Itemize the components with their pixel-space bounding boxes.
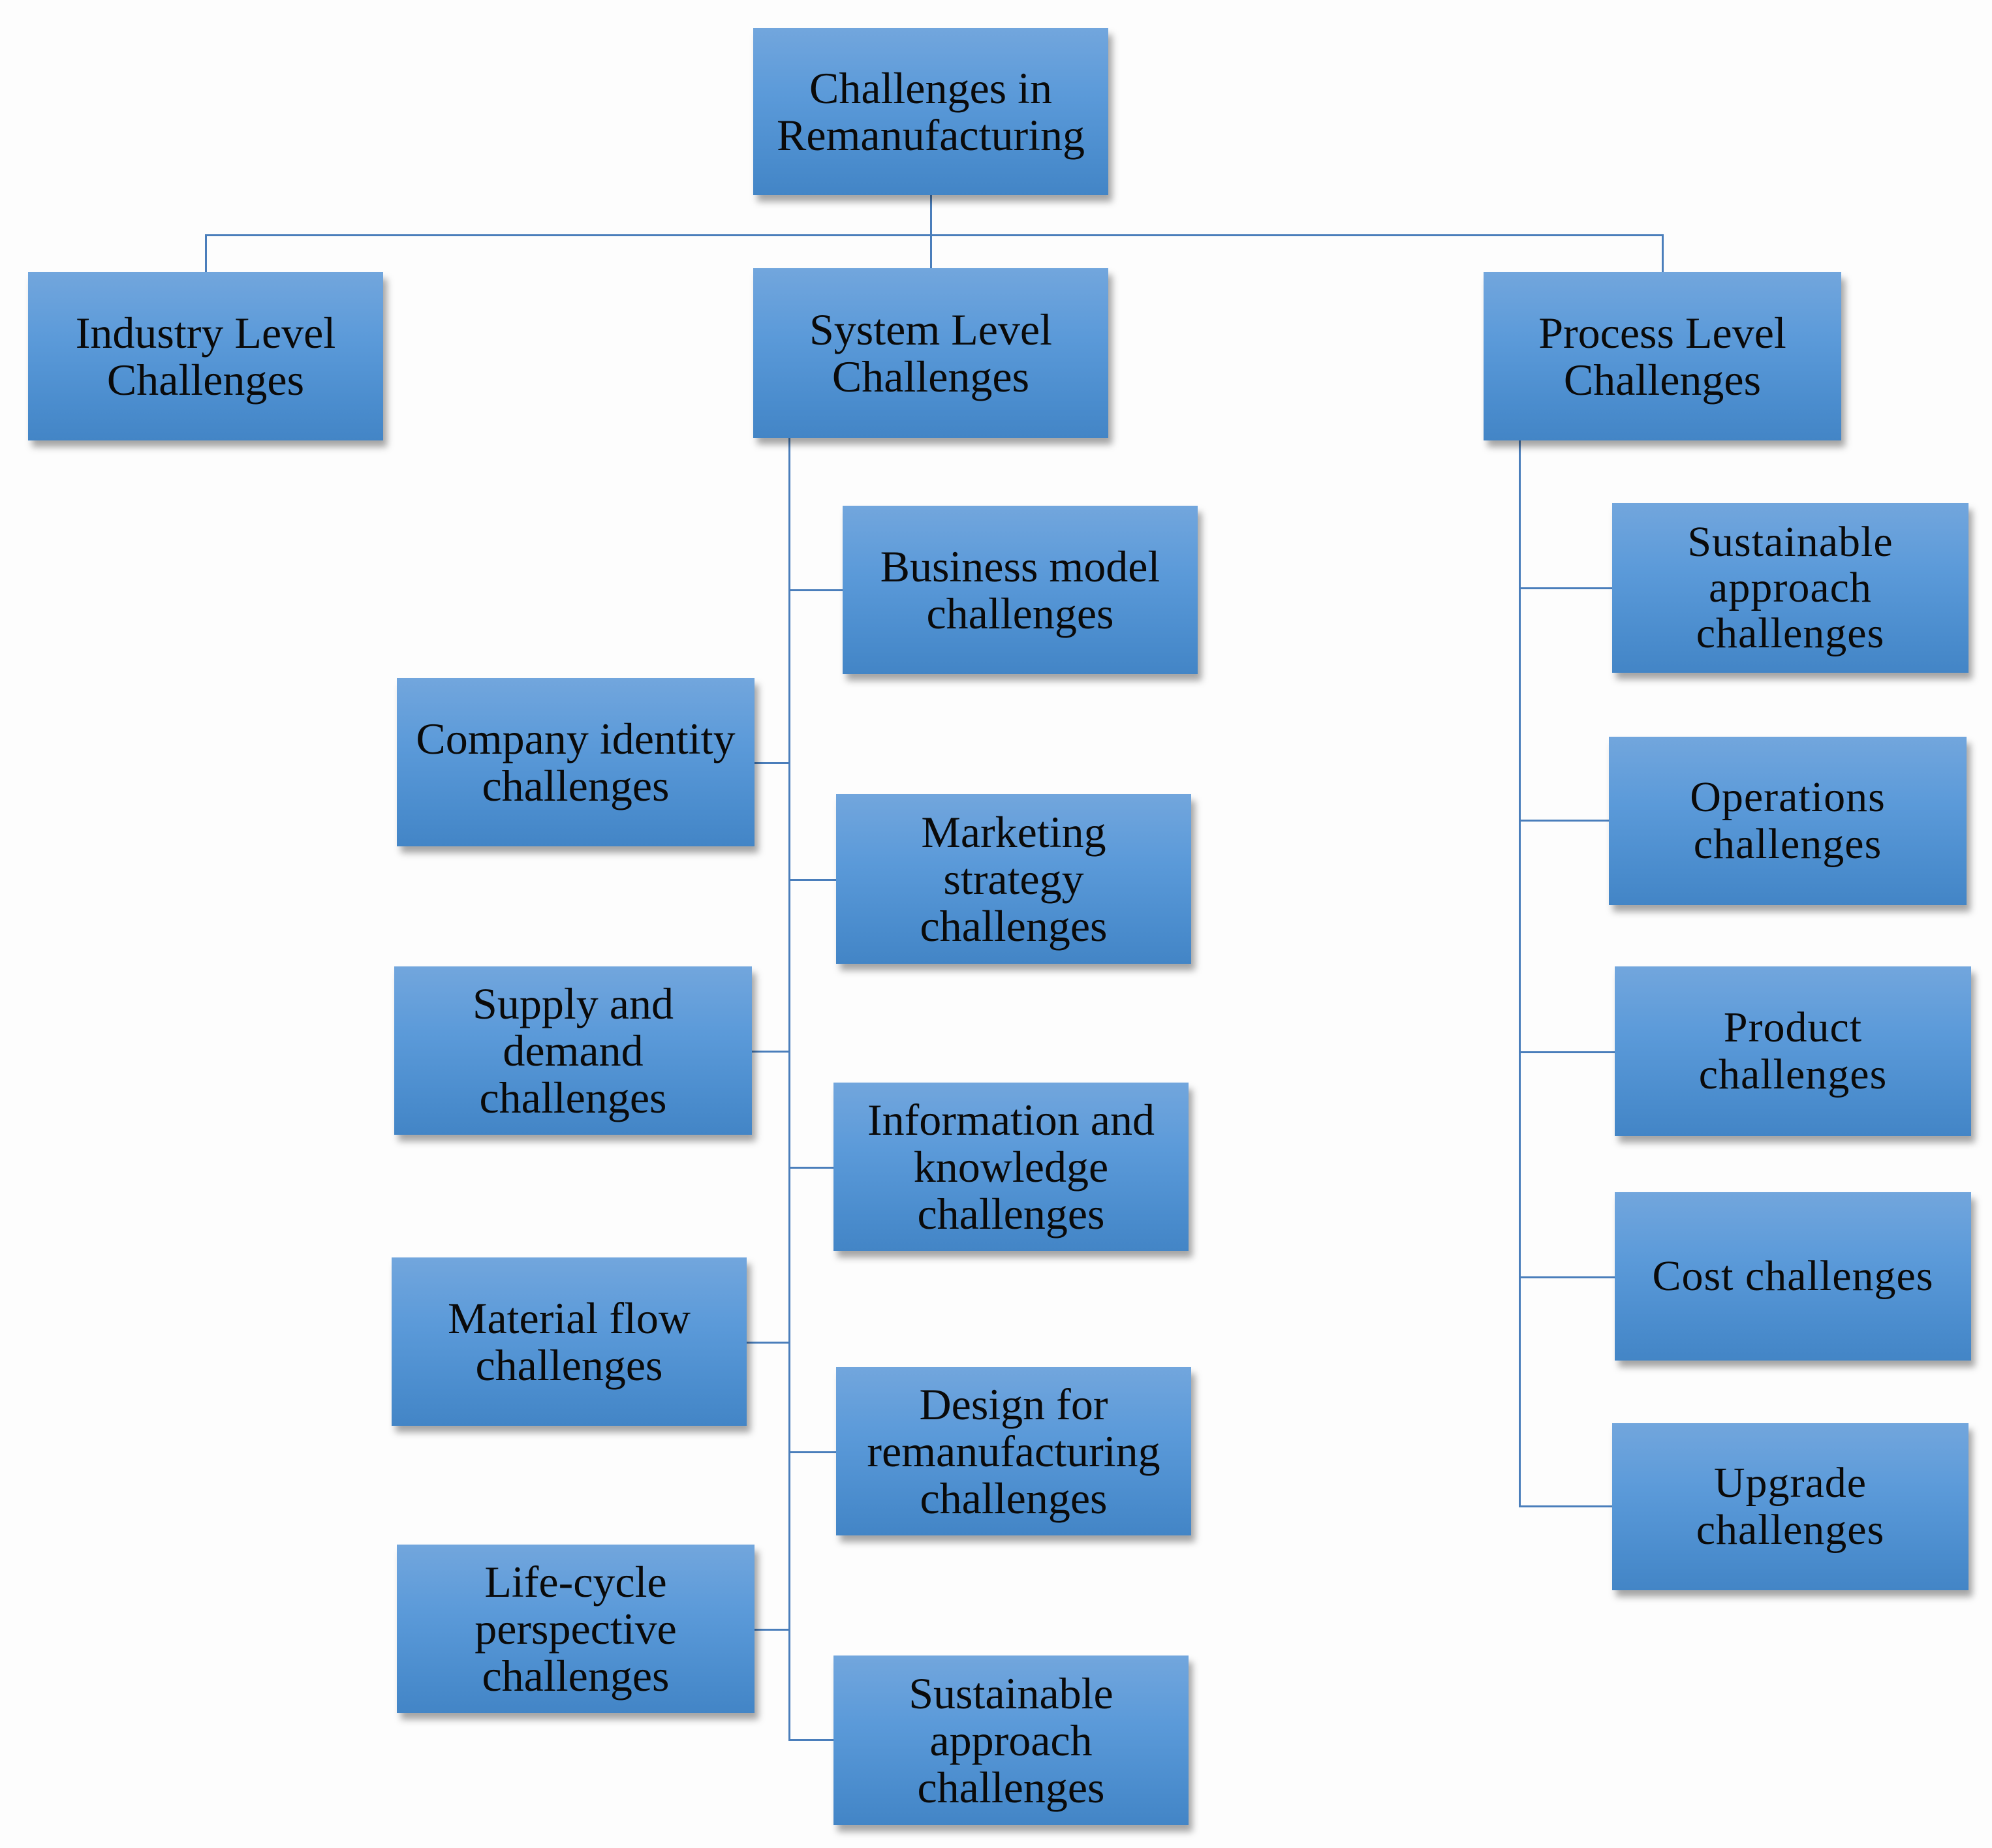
system-level-node: System Level Challenges [753, 268, 1108, 438]
business-model-label: Business model challenges [880, 542, 1160, 638]
connector-system-sustainable [788, 1739, 833, 1741]
upgrade-node: Upgrade challenges [1612, 1423, 1969, 1590]
connector-supply-demand [752, 1051, 790, 1053]
connector-root-drop [930, 195, 932, 268]
system-level-label: System Level Challenges [809, 305, 1053, 401]
marketing-strategy-label: Marketing strategy challenges [920, 807, 1108, 951]
root-node: Challenges in Remanufacturing [753, 28, 1108, 195]
connector-business-model [788, 589, 843, 591]
operations-node: Operations challenges [1609, 737, 1967, 905]
material-flow-node: Material flow challenges [392, 1257, 747, 1426]
connector-upgrade [1519, 1505, 1612, 1507]
root-node-label: Challenges in Remanufacturing [776, 63, 1085, 160]
connector-operations [1519, 820, 1609, 822]
connector-marketing [788, 879, 836, 881]
industry-level-node: Industry Level Challenges [28, 272, 383, 440]
business-model-node: Business model challenges [843, 506, 1198, 674]
remanufacturing-challenges-diagram: Challenges in Remanufacturing Industry L… [0, 0, 1992, 1848]
product-node: Product challenges [1615, 966, 1971, 1136]
information-knowledge-node: Information and knowledge challenges [833, 1083, 1189, 1251]
process-level-label: Process Level Challenges [1538, 308, 1786, 405]
connector-process-trunk [1519, 440, 1521, 1507]
operations-label: Operations challenges [1690, 773, 1886, 868]
design-for-remanufacturing-node: Design for remanufacturing challenges [836, 1367, 1191, 1535]
supply-demand-node: Supply and demand challenges [394, 966, 752, 1135]
supply-demand-label: Supply and demand challenges [473, 979, 674, 1122]
marketing-strategy-node: Marketing strategy challenges [836, 794, 1191, 964]
design-for-remanufacturing-label: Design for remanufacturing challenges [867, 1379, 1160, 1523]
connector-process-sustainable [1519, 587, 1612, 589]
system-sustainable-approach-label: Sustainable approach challenges [909, 1669, 1113, 1812]
company-identity-node: Company identity challenges [397, 678, 755, 846]
material-flow-label: Material flow challenges [448, 1293, 691, 1390]
cost-label: Cost challenges [1652, 1252, 1934, 1300]
connector-level1-bus [205, 234, 1664, 236]
industry-level-label: Industry Level Challenges [75, 308, 336, 405]
process-sustainable-approach-label: Sustainable approach challenges [1687, 518, 1893, 657]
system-sustainable-approach-node: Sustainable approach challenges [833, 1656, 1189, 1825]
connector-company-identity [755, 762, 790, 764]
process-level-node: Process Level Challenges [1484, 272, 1841, 440]
connector-system-trunk [788, 438, 790, 1740]
connector-life-cycle [755, 1629, 790, 1631]
connector-product [1519, 1051, 1615, 1053]
connector-cost [1519, 1276, 1615, 1278]
product-label: Product challenges [1698, 1004, 1888, 1098]
process-sustainable-approach-node: Sustainable approach challenges [1612, 503, 1969, 673]
company-identity-label: Company identity challenges [416, 714, 736, 810]
connector-design [788, 1451, 836, 1453]
upgrade-label: Upgrade challenges [1696, 1459, 1885, 1554]
connector-industry-drop [205, 234, 207, 272]
life-cycle-perspective-node: Life-cycle perspective challenges [397, 1545, 755, 1713]
information-knowledge-label: Information and knowledge challenges [867, 1095, 1155, 1239]
life-cycle-perspective-label: Life-cycle perspective challenges [475, 1557, 677, 1701]
connector-process-drop [1662, 234, 1664, 272]
connector-material-flow [747, 1342, 790, 1344]
connector-information [788, 1167, 833, 1169]
cost-node: Cost challenges [1615, 1192, 1971, 1361]
